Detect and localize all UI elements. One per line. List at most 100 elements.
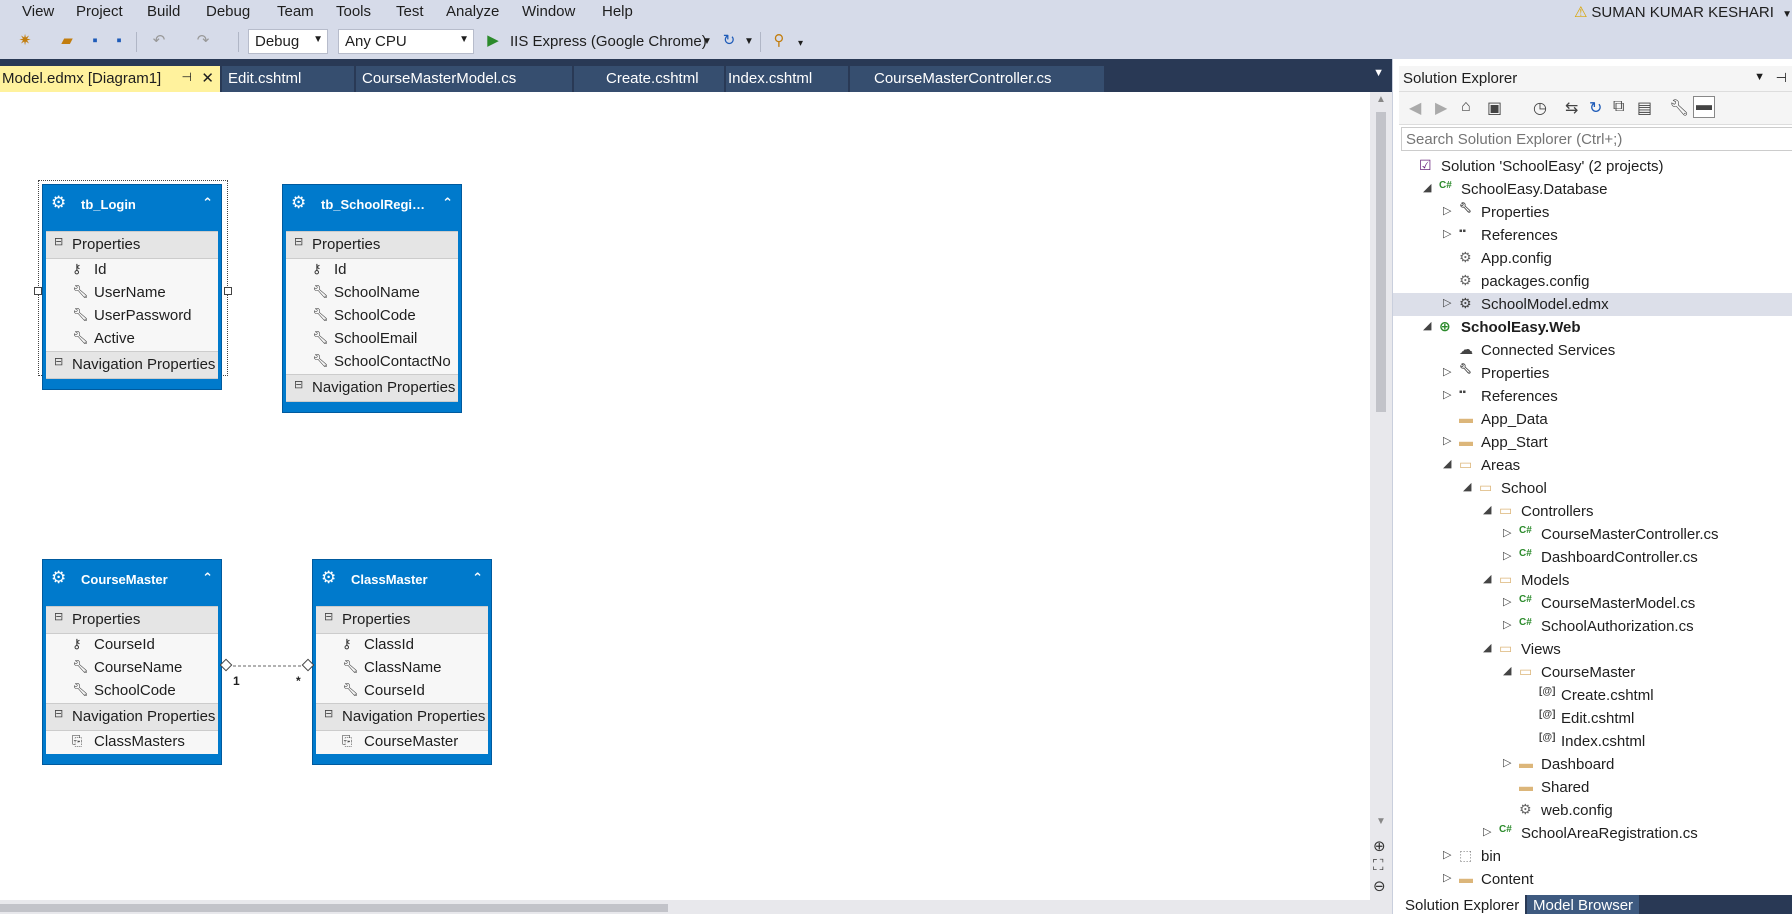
- expand-icon[interactable]: ▷: [1483, 825, 1491, 838]
- new-project-icon[interactable]: ✷: [14, 30, 36, 52]
- tree-file-node[interactable]: ⚙ web.config: [1393, 799, 1792, 822]
- solution-explorer-titlebar[interactable]: Solution Explorer ▼ ⊣: [1399, 66, 1792, 92]
- tree-folder-node[interactable]: ▷ ⬚ bin: [1393, 845, 1792, 868]
- minus-icon[interactable]: ⊟: [54, 707, 63, 720]
- tree-properties-node[interactable]: ▷ 🔧︎ Properties: [1393, 201, 1792, 224]
- minus-icon[interactable]: ⊟: [294, 378, 303, 391]
- tab-solution-explorer[interactable]: Solution Explorer: [1399, 895, 1526, 914]
- tree-folder-node[interactable]: ▬ App_Data: [1393, 408, 1792, 431]
- user-account[interactable]: ⚠ SUMAN KUMAR KESHARI ▼: [1574, 3, 1792, 21]
- property-row[interactable]: 🔧︎ SchoolContactNo: [286, 351, 458, 374]
- config-select[interactable]: Debug ▼: [248, 29, 328, 54]
- collapse-icon[interactable]: ◢: [1483, 641, 1491, 654]
- tree-file-node[interactable]: [@] Index.cshtml: [1393, 730, 1792, 753]
- scroll-up-icon[interactable]: ▲: [1376, 94, 1386, 105]
- tree-solution-node[interactable]: ☑ Solution 'SchoolEasy' (2 projects): [1393, 155, 1792, 178]
- property-row[interactable]: ⚷ ClassId: [316, 634, 488, 657]
- tree-folder-node[interactable]: ◢ ▭ Areas: [1393, 454, 1792, 477]
- properties-icon[interactable]: 🔧︎: [1669, 98, 1689, 118]
- property-row[interactable]: 🔧︎ CourseName: [46, 657, 218, 680]
- entity-classmaster[interactable]: ⚙ ClassMaster ⌃ ⊟ Properties ⚷ ClassId 🔧︎ C…: [312, 559, 492, 765]
- tree-file-node[interactable]: ▷ C# SchoolAreaRegistration.cs: [1393, 822, 1792, 845]
- navigation-properties-section[interactable]: ⊟ Navigation Properties: [46, 703, 218, 731]
- expand-icon[interactable]: ▷: [1443, 365, 1451, 378]
- close-icon[interactable]: ✕: [201, 69, 214, 87]
- platform-select[interactable]: Any CPU ▼: [338, 29, 474, 54]
- zoom-to-fit-icon[interactable]: ⛶: [1373, 857, 1384, 874]
- forward-icon[interactable]: ▶: [1435, 98, 1447, 118]
- designer-horizontal-scrollbar[interactable]: [0, 900, 1392, 914]
- expand-icon[interactable]: ▷: [1503, 526, 1511, 539]
- expand-icon[interactable]: ▷: [1443, 434, 1451, 447]
- entity-header[interactable]: ⚙ CourseMaster ⌃: [43, 560, 221, 606]
- tree-project-node[interactable]: ◢ C# SchoolEasy.Database: [1393, 178, 1792, 201]
- entity-header[interactable]: ⚙ tb_Login ⌃: [43, 185, 221, 231]
- toolbar-overflow-icon[interactable]: ▾: [798, 38, 803, 49]
- menu-view[interactable]: View: [20, 3, 56, 20]
- redo-icon[interactable]: ↷: [192, 30, 214, 52]
- tree-file-node[interactable]: ▷ ⚙ SchoolModel.edmx: [1393, 293, 1792, 316]
- expand-icon[interactable]: ▷: [1503, 549, 1511, 562]
- zoom-out-icon[interactable]: ⊖: [1373, 877, 1386, 895]
- tree-folder-node[interactable]: ◢ ▭ Controllers: [1393, 500, 1792, 523]
- navigation-properties-section[interactable]: ⊟ Navigation Properties: [316, 703, 488, 731]
- expand-icon[interactable]: ▷: [1443, 227, 1451, 240]
- chevron-down-icon[interactable]: ▼: [702, 36, 712, 47]
- show-all-files-icon[interactable]: ▤: [1637, 98, 1652, 118]
- property-row[interactable]: 🔧︎ Active: [46, 328, 218, 351]
- property-row[interactable]: 🔧︎ SchoolEmail: [286, 328, 458, 351]
- undo-icon[interactable]: ↶: [148, 30, 170, 52]
- expand-icon[interactable]: ▷: [1503, 756, 1511, 769]
- save-icon[interactable]: ▪: [84, 30, 106, 52]
- tab-index-cshtml[interactable]: Index.cshtml: [726, 66, 848, 92]
- tree-folder-node[interactable]: ▷ ▬ App_Start: [1393, 431, 1792, 454]
- properties-section[interactable]: ⊟ Properties: [46, 231, 218, 259]
- menu-debug[interactable]: Debug: [204, 3, 252, 20]
- scroll-down-icon[interactable]: ▼: [1376, 816, 1386, 827]
- tree-file-node[interactable]: ▷ C# CourseMasterController.cs: [1393, 523, 1792, 546]
- collapse-icon[interactable]: ⌃: [442, 195, 453, 211]
- collapse-icon[interactable]: ◢: [1443, 457, 1451, 470]
- scroll-thumb[interactable]: [1376, 112, 1386, 412]
- collapse-icon[interactable]: ◢: [1463, 480, 1471, 493]
- tab-model-browser[interactable]: Model Browser: [1527, 895, 1640, 914]
- minus-icon[interactable]: ⊟: [54, 235, 63, 248]
- chevron-down-icon[interactable]: ▼: [1373, 67, 1384, 79]
- run-target-button[interactable]: IIS Express (Google Chrome): [510, 33, 707, 50]
- zoom-in-icon[interactable]: ⊕: [1373, 837, 1386, 855]
- tree-folder-node[interactable]: ◢ ▭ Models: [1393, 569, 1792, 592]
- tree-file-node[interactable]: ▷ C# DashboardController.cs: [1393, 546, 1792, 569]
- expand-icon[interactable]: ▷: [1443, 388, 1451, 401]
- tree-file-node[interactable]: ▷ C# SchoolAuthorization.cs: [1393, 615, 1792, 638]
- resize-handle[interactable]: [34, 287, 42, 295]
- expand-icon[interactable]: ▷: [1443, 871, 1451, 884]
- expand-icon[interactable]: ▷: [1443, 204, 1451, 217]
- collapse-icon[interactable]: ◢: [1483, 503, 1491, 516]
- tab-model-edmx[interactable]: Model.edmx [Diagram1] ⊣ ✕: [0, 66, 220, 92]
- collapse-icon[interactable]: ◢: [1423, 181, 1431, 194]
- pending-changes-icon[interactable]: ◷: [1533, 98, 1547, 118]
- minus-icon[interactable]: ⊟: [54, 610, 63, 623]
- tree-file-node[interactable]: [@] Edit.cshtml: [1393, 707, 1792, 730]
- tree-folder-node[interactable]: ◢ ▭ Views: [1393, 638, 1792, 661]
- expand-icon[interactable]: ▷: [1443, 296, 1451, 309]
- chevron-down-icon[interactable]: ▼: [1754, 71, 1765, 83]
- menu-help[interactable]: Help: [600, 3, 635, 20]
- menu-tools[interactable]: Tools: [334, 3, 373, 20]
- tab-edit-cshtml[interactable]: Edit.cshtml: [222, 66, 354, 92]
- entity-tb-schoolregistration[interactable]: ⚙ tb_SchoolRegi… ⌃ ⊟ Properties ⚷ Id 🔧︎ Sch…: [282, 184, 462, 413]
- tree-file-node[interactable]: ⚙ App.config: [1393, 247, 1792, 270]
- find-icon[interactable]: ⚲: [768, 30, 790, 52]
- back-icon[interactable]: ◀: [1409, 98, 1421, 118]
- collapse-all-icon[interactable]: ⧉: [1613, 98, 1624, 116]
- property-row[interactable]: ⚷ Id: [286, 259, 458, 282]
- tree-folder-node[interactable]: ▷ ▬ Content: [1393, 868, 1792, 891]
- tree-folder-node[interactable]: ▬ Shared: [1393, 776, 1792, 799]
- menu-team[interactable]: Team: [275, 3, 316, 20]
- expand-icon[interactable]: ▷: [1503, 618, 1511, 631]
- refresh-icon[interactable]: ↻: [718, 30, 740, 52]
- entity-coursemaster[interactable]: ⚙ CourseMaster ⌃ ⊟ Properties ⚷ CourseId 🔧…: [42, 559, 222, 765]
- collapse-icon[interactable]: ◢: [1483, 572, 1491, 585]
- tree-connected-services-node[interactable]: ☁ Connected Services: [1393, 339, 1792, 362]
- minus-icon[interactable]: ⊟: [324, 707, 333, 720]
